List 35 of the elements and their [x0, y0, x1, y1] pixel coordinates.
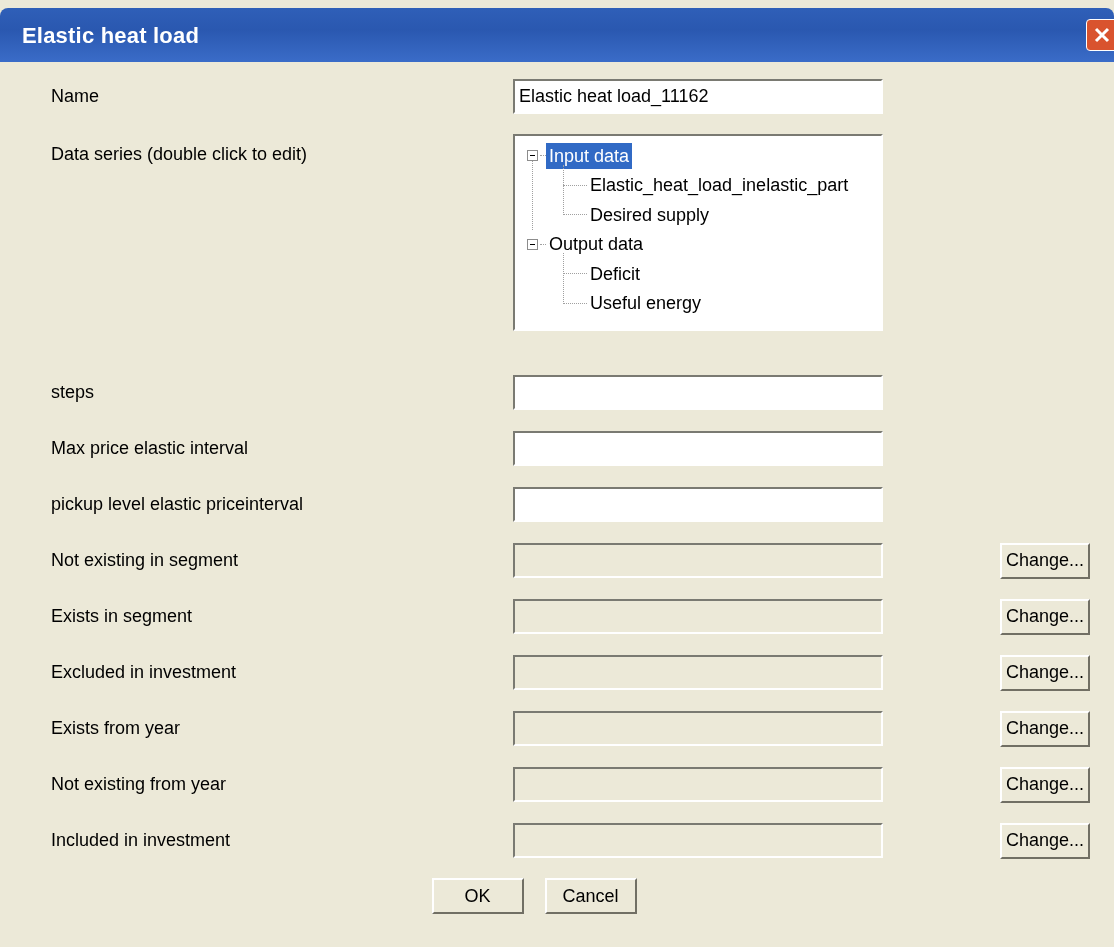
change-button[interactable]: Change... — [1000, 766, 1090, 803]
field-label: Not existing from year — [51, 773, 228, 796]
close-button[interactable] — [1086, 19, 1114, 51]
tree-item[interactable]: Output data — [546, 231, 647, 258]
change-button[interactable]: Change... — [1000, 654, 1090, 691]
dialog-button[interactable]: Cancel — [544, 878, 637, 914]
change-button[interactable]: Change... — [1000, 710, 1090, 747]
change-button[interactable]: Change... — [1000, 822, 1090, 859]
collapse-icon[interactable] — [527, 238, 538, 250]
field-label: steps — [51, 381, 96, 404]
window-title: Elastic heat load — [22, 21, 199, 50]
change-button[interactable]: Change... — [1000, 542, 1090, 579]
field-label: Not existing in segment — [51, 549, 240, 572]
field-label: Data series (double click to edit) — [51, 143, 309, 166]
dialog-button[interactable]: OK — [431, 878, 524, 914]
tree-item[interactable]: Elastic_heat_load_inelastic_part — [587, 172, 852, 199]
tree-item[interactable]: Input data — [546, 142, 633, 169]
field-label: Name — [51, 85, 100, 108]
field-label: Excluded in investment — [51, 661, 238, 684]
field-label: Max price elastic interval — [51, 437, 250, 460]
input-field[interactable] — [513, 487, 883, 522]
input-field[interactable]: Elastic heat load_11162 — [513, 79, 883, 114]
tree-item[interactable]: Desired supply — [587, 201, 713, 228]
tree-item[interactable]: Useful energy — [587, 290, 705, 317]
field-label: pickup level elastic priceinterval — [51, 493, 305, 516]
close-icon — [1093, 26, 1111, 44]
tree-item[interactable]: Deficit — [587, 260, 643, 287]
field-label: Exists in segment — [51, 605, 194, 628]
collapse-icon[interactable] — [527, 150, 538, 162]
tree-view[interactable]: Input data Elastic_heat_load_inelastic_part Desired supply Output data Deficit Useful energy — [513, 134, 883, 331]
field-label: Exists from year — [51, 717, 182, 740]
input-field[interactable] — [513, 431, 883, 466]
input-field[interactable] — [513, 375, 883, 410]
field-label: Included in investment — [51, 829, 232, 852]
change-button[interactable]: Change... — [1000, 598, 1090, 635]
